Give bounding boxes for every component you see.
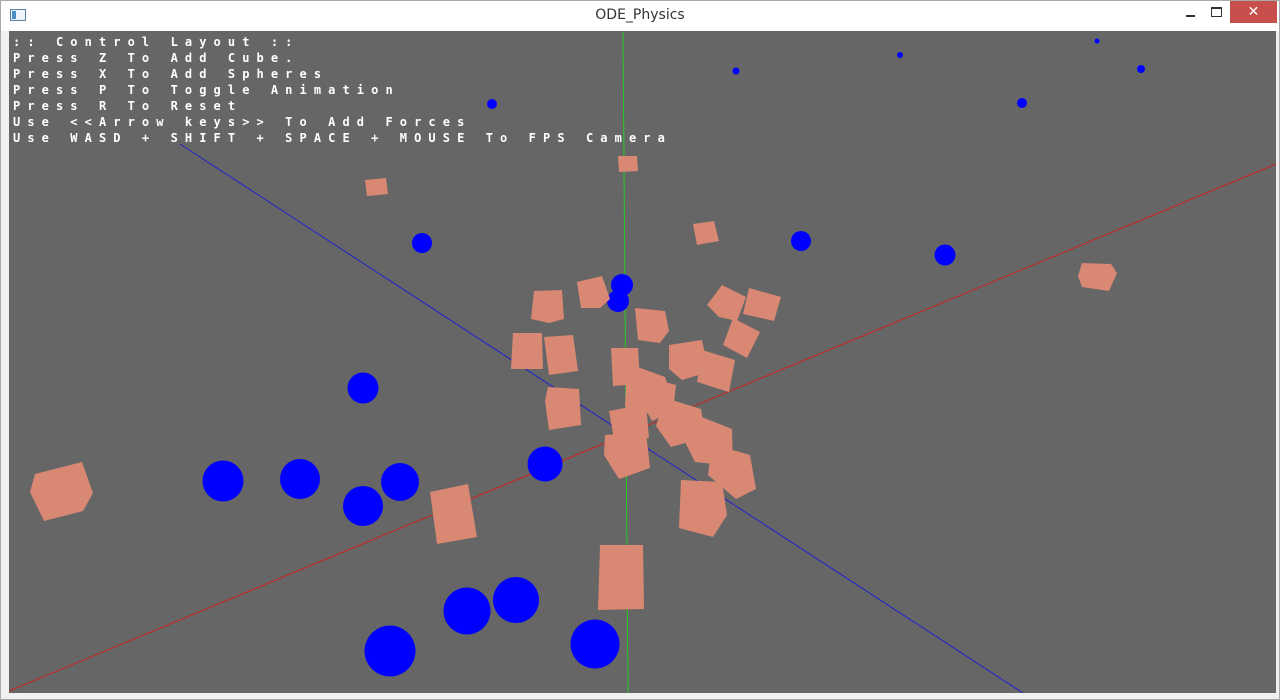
cube (545, 387, 581, 430)
sphere (527, 446, 563, 482)
help-line-add-spheres: Press X To Add Spheres (13, 67, 329, 81)
cube (693, 221, 719, 245)
cube (679, 480, 727, 537)
cube (531, 290, 564, 323)
app-window: ODE_Physics ✕:: Control Layout:: Press… (0, 0, 1280, 700)
sphere (1137, 65, 1145, 73)
sphere (732, 67, 740, 75)
z-axis-line (179, 143, 1024, 693)
control-layout-help: :: Control Layout :: Press Z To Add Cube… (13, 34, 672, 146)
minimize-icon (1185, 14, 1195, 17)
sphere (347, 372, 379, 404)
cube (577, 276, 610, 308)
sphere (443, 587, 491, 635)
help-heading: :: Control Layout :: (13, 35, 300, 49)
cube (365, 178, 388, 196)
minimize-button[interactable] (1177, 1, 1203, 23)
maximize-button[interactable] (1203, 1, 1229, 23)
sphere (493, 577, 539, 623)
cube (511, 333, 543, 369)
cube (635, 308, 669, 343)
sphere (897, 52, 903, 58)
sphere (791, 231, 811, 251)
cube (30, 462, 93, 521)
opengl-viewport[interactable]: :: Control Layout :: Press Z To Add Cube… (9, 31, 1276, 693)
help-line-fps-camera: Use WASD + SHIFT + SPACE + MOUSE To FPS … (13, 131, 672, 145)
sphere (934, 244, 956, 266)
sphere (570, 619, 620, 669)
sphere (1094, 38, 1100, 44)
sphere (381, 463, 419, 501)
help-line-toggle-animation: Press P To Toggle Animation (13, 83, 400, 97)
cube (707, 285, 746, 321)
close-icon: ✕ (1247, 4, 1260, 20)
help-line-add-forces: Use <<Arrow keys>> To Add Forces (13, 115, 472, 129)
cube (1078, 263, 1117, 291)
sphere (364, 625, 416, 677)
cube (618, 156, 638, 172)
sphere (1017, 98, 1027, 108)
cube (723, 318, 760, 358)
sphere (412, 233, 432, 253)
cube (544, 335, 578, 375)
cube (697, 350, 735, 392)
help-line-add-cube: Press Z To Add Cube. (13, 51, 300, 65)
maximize-icon (1210, 7, 1222, 17)
cube (598, 545, 644, 610)
sphere (607, 290, 629, 312)
sphere (280, 459, 320, 499)
cube (604, 432, 650, 479)
cube-group (30, 156, 1117, 610)
sphere (343, 486, 383, 526)
sphere (202, 460, 244, 502)
title-bar[interactable]: ODE_Physics ✕ (1, 1, 1279, 31)
help-line-reset: Press R To Reset (13, 99, 243, 113)
cube (430, 484, 477, 544)
window-title: ODE_Physics (595, 7, 685, 23)
close-button[interactable]: ✕ (1230, 1, 1277, 23)
cube (743, 288, 781, 321)
